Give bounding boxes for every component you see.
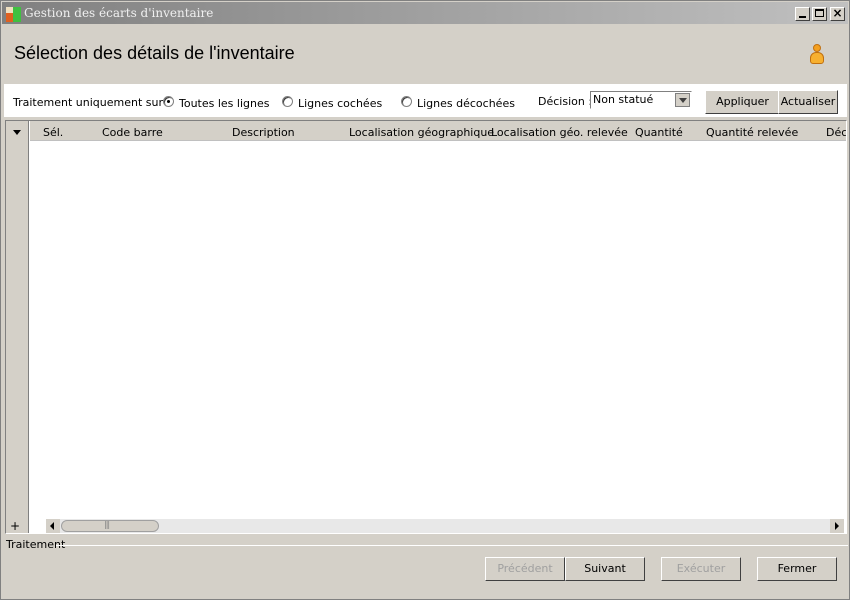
scroll-right-icon[interactable]	[830, 519, 844, 533]
radio-all-lines-label[interactable]: Toutes les lignes	[179, 97, 269, 110]
column-header-quantity[interactable]: Quantité	[635, 126, 683, 139]
grid-gutter: +	[6, 121, 29, 533]
maximize-button[interactable]	[812, 7, 827, 21]
app-icon	[6, 6, 22, 22]
refresh-button[interactable]: Actualiser	[778, 90, 838, 114]
page-title: Sélection des détails de l'inventaire	[14, 43, 295, 63]
radio-unchecked-lines[interactable]	[401, 96, 412, 107]
column-header-barcode[interactable]: Code barre	[102, 126, 163, 139]
decision-label: Décision :	[538, 95, 593, 108]
close-window-button[interactable]: ×	[830, 6, 845, 21]
details-grid[interactable]: + Sél. Code barre Description Localisati…	[5, 120, 847, 534]
previous-button[interactable]: Précédent	[485, 557, 565, 581]
horizontal-scrollbar[interactable]	[46, 519, 844, 533]
scroll-thumb[interactable]	[61, 520, 159, 532]
column-header-decision[interactable]: Déc	[826, 126, 846, 139]
grid-header: Sél. Code barre Description Localisation…	[30, 121, 846, 141]
apply-button[interactable]: Appliquer	[705, 90, 780, 114]
scroll-left-icon[interactable]	[46, 519, 60, 533]
filter-label: Traitement uniquement sur :	[13, 96, 171, 109]
maximize-icon	[815, 9, 824, 17]
column-header-location[interactable]: Localisation géographique	[349, 126, 494, 139]
radio-unchecked-lines-label[interactable]: Lignes décochées	[417, 97, 515, 110]
close-icon: ×	[832, 6, 843, 20]
minimize-icon	[799, 16, 806, 18]
radio-checked-lines-label[interactable]: Lignes cochées	[298, 97, 382, 110]
execute-button[interactable]: Exécuter	[661, 557, 741, 581]
radio-all-lines[interactable]	[163, 96, 174, 107]
chevron-down-icon[interactable]	[675, 93, 690, 107]
column-header-location-recorded[interactable]: Localisation géo. relevée	[491, 126, 628, 139]
column-header-description[interactable]: Description	[232, 126, 295, 139]
title-bar[interactable]: Gestion des écarts d'inventaire ×	[2, 2, 848, 24]
close-button[interactable]: Fermer	[757, 557, 837, 581]
user-icon[interactable]	[808, 44, 826, 66]
decision-select[interactable]: Non statué	[590, 91, 692, 109]
minimize-button[interactable]	[795, 7, 810, 21]
next-button[interactable]: Suivant	[565, 557, 645, 581]
decision-value: Non statué	[593, 93, 654, 106]
window-title: Gestion des écarts d'inventaire	[24, 6, 214, 20]
main-window: Gestion des écarts d'inventaire × Sélect…	[0, 0, 850, 600]
add-row-icon[interactable]: +	[10, 520, 20, 532]
column-chooser-icon[interactable]	[13, 130, 21, 135]
column-header-select[interactable]: Sél.	[43, 126, 63, 139]
radio-checked-lines[interactable]	[282, 96, 293, 107]
filter-bar: Traitement uniquement sur : Toutes les l…	[4, 84, 847, 117]
column-header-quantity-recorded[interactable]: Quantité relevée	[706, 126, 798, 139]
status-divider	[56, 545, 848, 546]
page-header: Sélection des détails de l'inventaire	[2, 24, 849, 84]
